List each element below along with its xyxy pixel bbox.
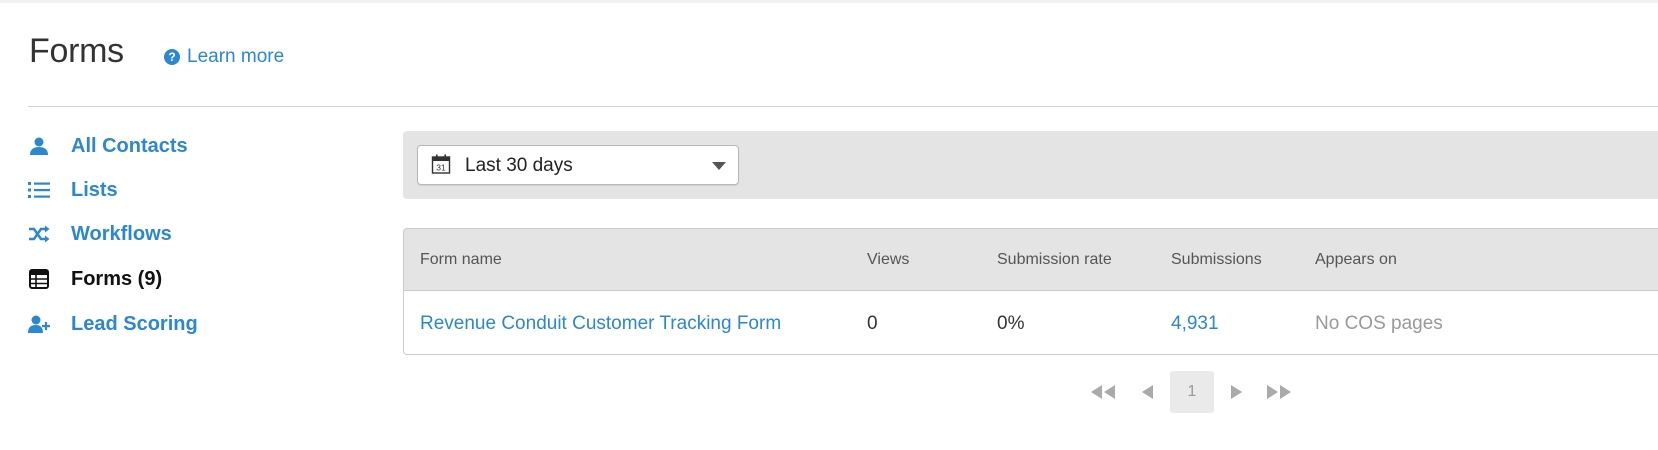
learn-more-link[interactable]: ? Learn more [164,46,284,68]
calendar-day: 31 [436,163,446,173]
table-header: Form name Views Submission rate Submissi… [404,229,1658,291]
form-name-link[interactable]: Revenue Conduit Customer Tracking Form [420,313,781,335]
form-table-icon [28,268,50,290]
views-value: 0 [867,313,878,334]
forms-table: Form name Views Submission rate Submissi… [403,228,1658,355]
chevron-down-icon [712,162,726,170]
person-icon [28,135,50,157]
header-divider [28,106,1658,107]
date-range-select[interactable]: 31 Last 30 days [417,145,739,185]
shuffle-icon [28,223,50,245]
previous-page-icon[interactable] [1136,371,1158,413]
sidebar-item-lead-scoring[interactable]: Lead Scoring [28,309,198,339]
column-header-submission-rate[interactable]: Submission rate [997,251,1112,269]
filter-bar: 31 Last 30 days [403,131,1658,199]
current-page[interactable]: 1 [1170,371,1214,413]
column-header-views[interactable]: Views [867,251,909,269]
list-icon [28,179,50,201]
table-row: Revenue Conduit Customer Tracking Form 0… [404,291,1658,353]
column-header-submissions[interactable]: Submissions [1171,251,1262,269]
sidebar-item-label: Forms (9) [71,267,163,290]
pagination: 1 [1084,371,1304,413]
sidebar-item-lists[interactable]: Lists [28,175,118,205]
first-page-icon[interactable] [1086,371,1120,413]
last-page-icon[interactable] [1262,371,1296,413]
sidebar-item-forms[interactable]: Forms (9) [28,264,162,294]
column-header-form-name[interactable]: Form name [420,251,502,269]
help-icon: ? [164,49,180,65]
submissions-link[interactable]: 4,931 [1171,313,1219,335]
next-page-icon[interactable] [1226,371,1248,413]
column-header-appears-on[interactable]: Appears on [1315,251,1397,269]
calendar-icon: 31 [431,154,451,179]
sidebar-item-label: All Contacts [71,134,188,157]
page-title: Forms [29,32,124,70]
sidebar-item-label: Lists [71,178,118,201]
sidebar-item-all-contacts[interactable]: All Contacts [28,131,188,161]
top-border [0,0,1658,3]
sidebar-item-workflows[interactable]: Workflows [28,219,172,249]
add-person-icon [28,313,50,335]
date-range-value: Last 30 days [465,155,573,176]
submission-rate-value: 0% [997,313,1025,334]
learn-more-label: Learn more [187,46,285,67]
appears-on-value: No COS pages [1315,313,1443,334]
sidebar-item-label: Lead Scoring [71,312,198,335]
sidebar-item-label: Workflows [71,222,172,245]
